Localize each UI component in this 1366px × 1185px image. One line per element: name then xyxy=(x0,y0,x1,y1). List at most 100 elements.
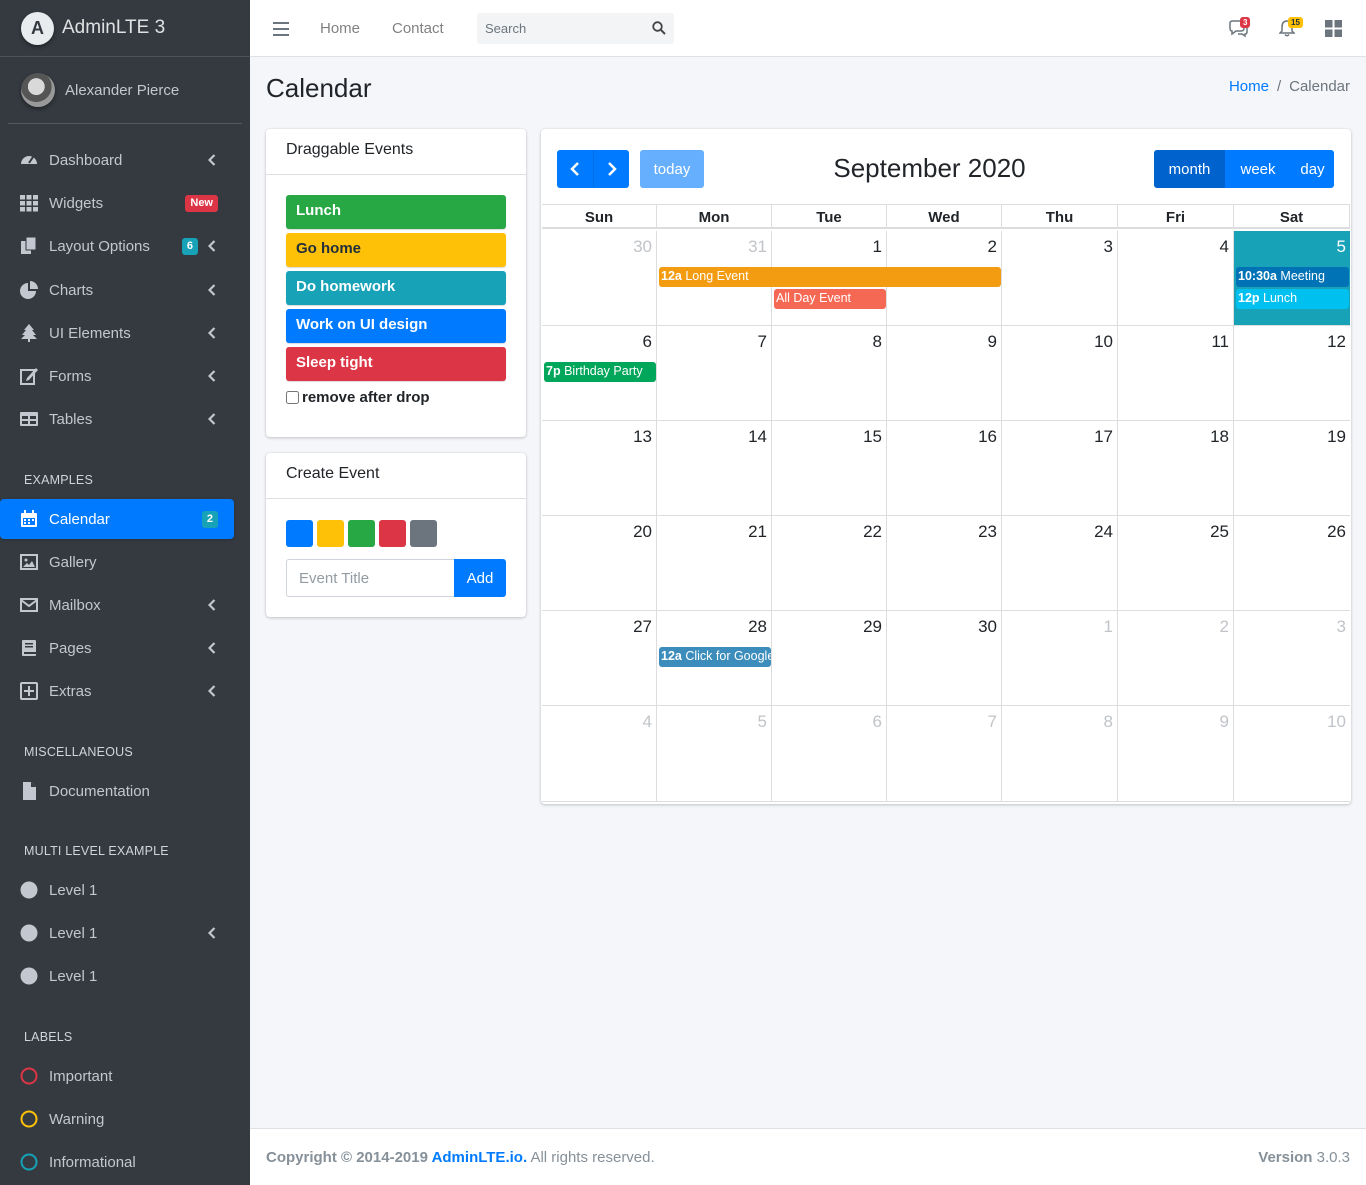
color-swatch[interactable] xyxy=(410,520,437,547)
calendar-event[interactable]: 12p Lunch xyxy=(1236,289,1349,309)
calendar-day-cell[interactable]: 7 xyxy=(887,706,1002,802)
day-number[interactable]: 30 xyxy=(978,617,997,637)
day-number[interactable]: 23 xyxy=(978,522,997,542)
calendar-day-cell[interactable]: 19 xyxy=(1234,421,1350,516)
calendar-day-cell[interactable]: 15 xyxy=(772,421,887,516)
calendar-day-cell[interactable]: 22 xyxy=(772,516,887,611)
day-number[interactable]: 16 xyxy=(978,427,997,447)
search-input[interactable] xyxy=(477,21,637,36)
calendar-day-cell[interactable]: 24 xyxy=(1002,516,1118,611)
day-number[interactable]: 17 xyxy=(1094,427,1113,447)
day-number[interactable]: 4 xyxy=(643,712,652,732)
calendar-day-cell[interactable]: 16 xyxy=(887,421,1002,516)
day-number[interactable]: 21 xyxy=(748,522,767,542)
day-number[interactable]: 8 xyxy=(1104,712,1113,732)
sidebar-item-tables[interactable]: Tables xyxy=(0,399,234,439)
calendar-day-cell[interactable]: 10 xyxy=(1234,706,1350,802)
day-number[interactable]: 9 xyxy=(1220,712,1229,732)
event-title-input[interactable] xyxy=(286,559,454,597)
calendar-event[interactable]: All Day Event xyxy=(774,289,886,309)
user-name[interactable]: Alexander Pierce xyxy=(65,82,179,99)
calendar-day-cell[interactable]: 27 xyxy=(542,611,657,706)
calendar-day-cell[interactable]: 14 xyxy=(657,421,772,516)
day-number[interactable]: 19 xyxy=(1327,427,1346,447)
calendar-day-cell[interactable]: 8 xyxy=(772,326,887,421)
day-number[interactable]: 9 xyxy=(988,332,997,352)
nav-contact-link[interactable]: Contact xyxy=(392,0,444,57)
calendar-day-cell[interactable]: 30 xyxy=(887,611,1002,706)
sidebar-item-level-1[interactable]: Level 1 xyxy=(0,870,234,910)
calendar-day-cell[interactable]: 23 xyxy=(887,516,1002,611)
breadcrumb-home-link[interactable]: Home xyxy=(1229,78,1269,95)
view-day-button[interactable]: day xyxy=(1291,150,1334,188)
calendar-day-cell[interactable]: 20 xyxy=(542,516,657,611)
day-number[interactable]: 2 xyxy=(988,237,997,257)
sidebar-item-layout-options[interactable]: Layout Options 6 xyxy=(0,226,234,266)
day-number[interactable]: 1 xyxy=(873,237,882,257)
day-number[interactable]: 6 xyxy=(643,332,652,352)
draggable-event[interactable]: Go home xyxy=(286,233,506,267)
calendar-day-cell[interactable]: 1 xyxy=(1002,611,1118,706)
sidebar-item-ui-elements[interactable]: UI Elements xyxy=(0,313,234,353)
calendar-event[interactable]: 7p Birthday Party xyxy=(544,362,656,382)
sidebar-item-charts[interactable]: Charts xyxy=(0,270,234,310)
day-number[interactable]: 25 xyxy=(1210,522,1229,542)
calendar-day-cell[interactable]: 8 xyxy=(1002,706,1118,802)
day-number[interactable]: 2 xyxy=(1220,617,1229,637)
sidebar-item-extras[interactable]: Extras xyxy=(0,671,234,711)
calendar-day-cell[interactable]: 25 xyxy=(1118,516,1234,611)
footer-link[interactable]: AdminLTE.io. xyxy=(432,1149,528,1166)
day-number[interactable]: 1 xyxy=(1104,617,1113,637)
day-number[interactable]: 18 xyxy=(1210,427,1229,447)
day-number[interactable]: 26 xyxy=(1327,522,1346,542)
calendar-day-cell[interactable]: 12 xyxy=(1234,326,1350,421)
calendar-event[interactable]: 12a Click for Google xyxy=(659,647,771,667)
calendar-event[interactable]: 10:30a Meeting xyxy=(1236,267,1349,287)
calendar-day-cell[interactable]: 30 xyxy=(542,231,657,326)
calendar-day-cell[interactable]: 3 xyxy=(1002,231,1118,326)
brand-link[interactable]: A AdminLTE 3 xyxy=(0,0,250,57)
calendar-day-cell[interactable]: 29 xyxy=(772,611,887,706)
calendar-day-cell[interactable]: 9 xyxy=(887,326,1002,421)
day-number[interactable]: 6 xyxy=(873,712,882,732)
day-number[interactable]: 5 xyxy=(1337,237,1346,257)
sidebar-item-pages[interactable]: Pages xyxy=(0,628,234,668)
draggable-event[interactable]: Do homework xyxy=(286,271,506,305)
calendar-day-cell[interactable]: 11 xyxy=(1118,326,1234,421)
notifications-dropdown[interactable]: 15 xyxy=(1279,0,1303,57)
messages-dropdown[interactable]: 3 xyxy=(1228,0,1251,57)
color-swatch[interactable] xyxy=(348,520,375,547)
search-button[interactable] xyxy=(650,19,668,37)
sidebar-item-forms[interactable]: Forms xyxy=(0,356,234,396)
day-number[interactable]: 10 xyxy=(1327,712,1346,732)
day-number[interactable]: 24 xyxy=(1094,522,1113,542)
sidebar-item-level-1[interactable]: Level 1 xyxy=(0,913,234,953)
day-number[interactable]: 14 xyxy=(748,427,767,447)
draggable-event[interactable]: Sleep tight xyxy=(286,347,506,381)
color-swatch[interactable] xyxy=(317,520,344,547)
day-number[interactable]: 10 xyxy=(1094,332,1113,352)
calendar-day-cell[interactable]: 6 xyxy=(772,706,887,802)
calendar-day-cell[interactable]: 2 xyxy=(1118,611,1234,706)
calendar-day-cell[interactable]: 4 xyxy=(1118,231,1234,326)
day-number[interactable]: 4 xyxy=(1220,237,1229,257)
day-number[interactable]: 29 xyxy=(863,617,882,637)
calendar-day-cell[interactable]: 5 xyxy=(657,706,772,802)
calendar-day-cell[interactable]: 17 xyxy=(1002,421,1118,516)
sidebar-item-dashboard[interactable]: Dashboard xyxy=(0,140,234,180)
calendar-event[interactable]: 12a Long Event xyxy=(659,267,1001,287)
color-swatch[interactable] xyxy=(379,520,406,547)
draggable-event[interactable]: Lunch xyxy=(286,195,506,229)
add-event-button[interactable]: Add xyxy=(454,559,506,597)
sidebar-item-documentation[interactable]: Documentation xyxy=(0,771,234,811)
calendar-day-cell[interactable]: 13 xyxy=(542,421,657,516)
remove-after-drop-label[interactable]: remove after drop xyxy=(302,389,430,406)
day-number[interactable]: 12 xyxy=(1327,332,1346,352)
menu-toggle-button[interactable] xyxy=(273,0,289,57)
sidebar-item-widgets[interactable]: Widgets New xyxy=(0,183,234,223)
day-number[interactable]: 15 xyxy=(863,427,882,447)
calendar-day-cell[interactable]: 26 xyxy=(1234,516,1350,611)
day-number[interactable]: 31 xyxy=(748,237,767,257)
day-number[interactable]: 5 xyxy=(758,712,767,732)
calendar-day-cell[interactable]: 9 xyxy=(1118,706,1234,802)
